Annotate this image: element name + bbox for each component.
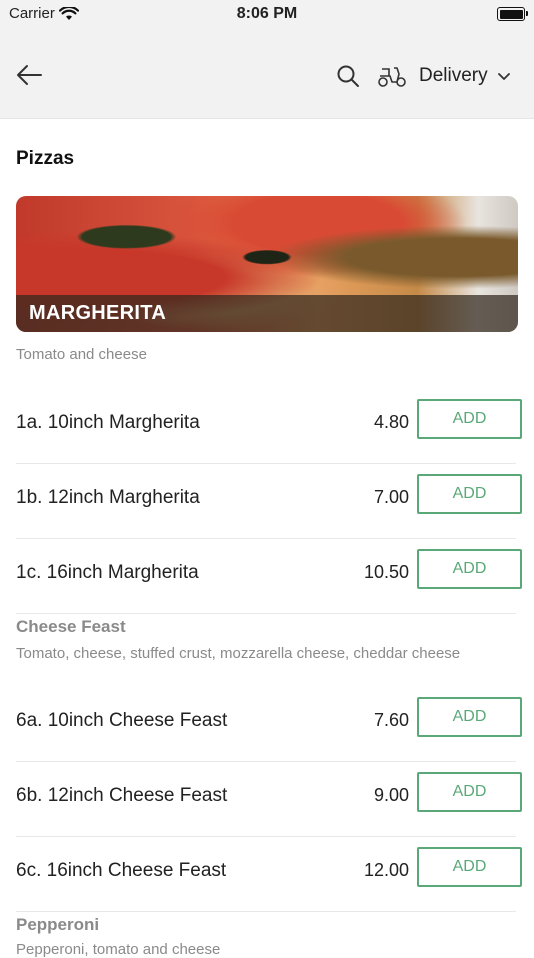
cheese-feast-title: Cheese Feast: [16, 617, 126, 636]
item-name: 1b. 12inch Margherita: [16, 487, 200, 508]
menu-item: 1b. 12inch Margherita 7.00 ADD: [0, 464, 534, 539]
chevron-down-icon: [497, 73, 510, 80]
add-button[interactable]: ADD: [417, 399, 522, 439]
delivery-selector[interactable]: Delivery: [377, 62, 511, 90]
item-price: 4.80: [373, 412, 409, 432]
banner-title: MARGHERITA: [29, 302, 167, 324]
status-bar: Carrier 8:06 PM: [0, 0, 534, 32]
divider: [16, 911, 516, 912]
banner-overlay: MARGHERITA: [16, 295, 518, 332]
nav-bar: Delivery: [0, 32, 534, 119]
item-name: 1c. 16inch Margherita: [16, 562, 199, 583]
arrow-left-icon: [17, 65, 42, 85]
pepperoni-title: Pepperoni: [16, 915, 100, 934]
item-name: 6c. 16inch Cheese Feast: [16, 860, 227, 881]
item-price: 7.60: [373, 710, 409, 730]
search-button[interactable]: [335, 63, 361, 89]
item-price: 12.00: [363, 860, 409, 880]
menu-item: 1c. 16inch Margherita 10.50 ADD: [0, 539, 534, 614]
menu-item: 6c. 16inch Cheese Feast 12.00 ADD: [0, 837, 534, 912]
menu-item: 1a. 10inch Margherita 4.80 ADD: [0, 389, 534, 464]
scooter-icon: [378, 67, 406, 87]
item-name: 6b. 12inch Cheese Feast: [16, 785, 228, 806]
add-button[interactable]: ADD: [417, 847, 522, 887]
cheese-feast-description: Tomato, cheese, stuffed crust, mozzarell…: [16, 645, 461, 662]
item-price: 10.50: [363, 562, 409, 582]
item-name: 6a. 10inch Cheese Feast: [16, 710, 228, 731]
delivery-label: Delivery: [419, 65, 488, 86]
item-name: 1a. 10inch Margherita: [16, 412, 200, 433]
add-button[interactable]: ADD: [417, 697, 522, 737]
item-price: 7.00: [373, 487, 409, 507]
add-button[interactable]: ADD: [417, 549, 522, 589]
add-button[interactable]: ADD: [417, 474, 522, 514]
margherita-description: Tomato and cheese: [16, 346, 147, 363]
menu-item: 6b. 12inch Cheese Feast 9.00 ADD: [0, 762, 534, 837]
margherita-banner: MARGHERITA: [16, 196, 518, 332]
back-button[interactable]: [14, 60, 44, 90]
menu-item: 6a. 10inch Cheese Feast 7.60 ADD: [0, 687, 534, 762]
item-price: 9.00: [373, 785, 409, 805]
divider: [16, 613, 516, 614]
search-icon: [337, 65, 359, 87]
add-button[interactable]: ADD: [417, 772, 522, 812]
battery-icon: [497, 7, 528, 21]
section-title: Pizzas: [16, 148, 75, 169]
status-time: 8:06 PM: [236, 5, 298, 22]
